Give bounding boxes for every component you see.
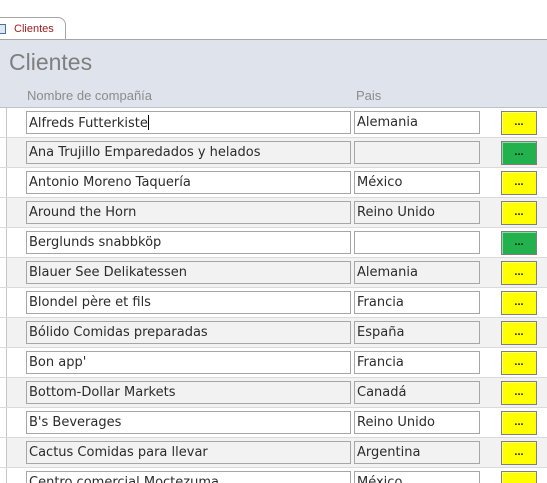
- country-field[interactable]: Argentina: [354, 441, 480, 464]
- text-caret: [147, 115, 149, 130]
- country-field[interactable]: Alemania: [354, 111, 480, 134]
- detail-button[interactable]: ...: [501, 231, 537, 255]
- company-name-field[interactable]: Bon app': [26, 351, 351, 374]
- record-row: Alfreds Futterkiste Alemania ...: [0, 108, 547, 138]
- record-row: Bottom-Dollar Markets Canadá ...: [0, 378, 547, 408]
- record-selector[interactable]: [0, 288, 7, 318]
- record-row: Around the Horn Reino Unido ...: [0, 198, 547, 228]
- form-icon: [0, 24, 6, 34]
- record-selector[interactable]: [0, 258, 7, 288]
- record-row: Bólido Comidas preparadas España ...: [0, 318, 547, 348]
- country-field[interactable]: España: [354, 321, 480, 344]
- company-name-field[interactable]: Bólido Comidas preparadas: [26, 321, 351, 344]
- record-row: Ana Trujillo Emparedados y helados ...: [0, 138, 547, 168]
- country-field[interactable]: [354, 231, 480, 254]
- record-row: Centro comercial Moctezuma México ...: [0, 468, 547, 483]
- detail-button[interactable]: ...: [501, 441, 537, 465]
- record-row: Berglunds snabbköp ...: [0, 228, 547, 258]
- company-name-field[interactable]: Bottom-Dollar Markets: [26, 381, 351, 404]
- record-row: Cactus Comidas para llevar Argentina ...: [0, 438, 547, 468]
- company-name-field[interactable]: Around the Horn: [26, 201, 351, 224]
- company-name-field[interactable]: Antonio Moreno Taquería: [26, 171, 351, 194]
- country-field[interactable]: [354, 141, 480, 164]
- record-row: B's Beverages Reino Unido ...: [0, 408, 547, 438]
- country-field[interactable]: Francia: [354, 291, 480, 314]
- detail-button[interactable]: ...: [501, 411, 537, 435]
- form-title: Clientes: [9, 49, 93, 75]
- company-name-field[interactable]: Blondel père et fils: [26, 291, 351, 314]
- country-field[interactable]: México: [354, 171, 480, 194]
- record-selector[interactable]: [0, 468, 7, 483]
- detail-button[interactable]: ...: [501, 141, 537, 165]
- form-header: Clientes Nombre de compañía Pais: [0, 40, 547, 108]
- record-row: Blauer See Delikatessen Alemania ...: [0, 258, 547, 288]
- record-selector[interactable]: [0, 138, 7, 168]
- company-name-field[interactable]: B's Beverages: [26, 411, 351, 434]
- tab-clientes-label: Clientes: [14, 23, 54, 35]
- country-field[interactable]: Alemania: [354, 261, 480, 284]
- detail-button[interactable]: ...: [501, 291, 537, 315]
- records-list: Alfreds Futterkiste Alemania ... Ana Tru…: [0, 108, 547, 483]
- tab-clientes[interactable]: Clientes: [0, 17, 66, 40]
- company-name-field[interactable]: Ana Trujillo Emparedados y helados: [26, 141, 351, 164]
- company-name-field[interactable]: Berglunds snabbköp: [26, 231, 351, 254]
- record-selector[interactable]: [0, 198, 7, 228]
- document-tab-strip: Clientes: [0, 0, 547, 40]
- detail-button[interactable]: ...: [501, 201, 537, 225]
- detail-button[interactable]: ...: [501, 351, 537, 375]
- record-selector[interactable]: [0, 438, 7, 468]
- record-selector[interactable]: [0, 348, 7, 378]
- detail-button[interactable]: ...: [501, 111, 537, 135]
- record-selector[interactable]: [0, 318, 7, 348]
- record-selector[interactable]: [0, 378, 7, 408]
- column-header-company: Nombre de compañía: [27, 88, 153, 103]
- detail-button[interactable]: ...: [501, 261, 537, 285]
- detail-button[interactable]: ...: [501, 471, 537, 483]
- country-field[interactable]: Francia: [354, 351, 480, 374]
- column-header-country: Pais: [356, 88, 382, 103]
- company-name-field[interactable]: Centro comercial Moctezuma: [26, 471, 351, 483]
- country-field[interactable]: México: [354, 471, 480, 483]
- company-name-field[interactable]: Cactus Comidas para llevar: [26, 441, 351, 464]
- detail-button[interactable]: ...: [501, 381, 537, 405]
- record-selector[interactable]: [0, 228, 7, 258]
- company-name-value: Alfreds Futterkiste: [29, 116, 148, 131]
- record-selector[interactable]: [0, 168, 7, 198]
- country-field[interactable]: Reino Unido: [354, 201, 480, 224]
- company-name-field[interactable]: Alfreds Futterkiste: [26, 111, 351, 134]
- record-row: Antonio Moreno Taquería México ...: [0, 168, 547, 198]
- record-row: Bon app' Francia ...: [0, 348, 547, 378]
- country-field[interactable]: Canadá: [354, 381, 480, 404]
- detail-button[interactable]: ...: [501, 171, 537, 195]
- country-field[interactable]: Reino Unido: [354, 411, 480, 434]
- detail-button[interactable]: ...: [501, 321, 537, 345]
- record-row: Blondel père et fils Francia ...: [0, 288, 547, 318]
- record-selector[interactable]: [0, 408, 7, 438]
- record-selector[interactable]: [0, 108, 7, 138]
- company-name-field[interactable]: Blauer See Delikatessen: [26, 261, 351, 284]
